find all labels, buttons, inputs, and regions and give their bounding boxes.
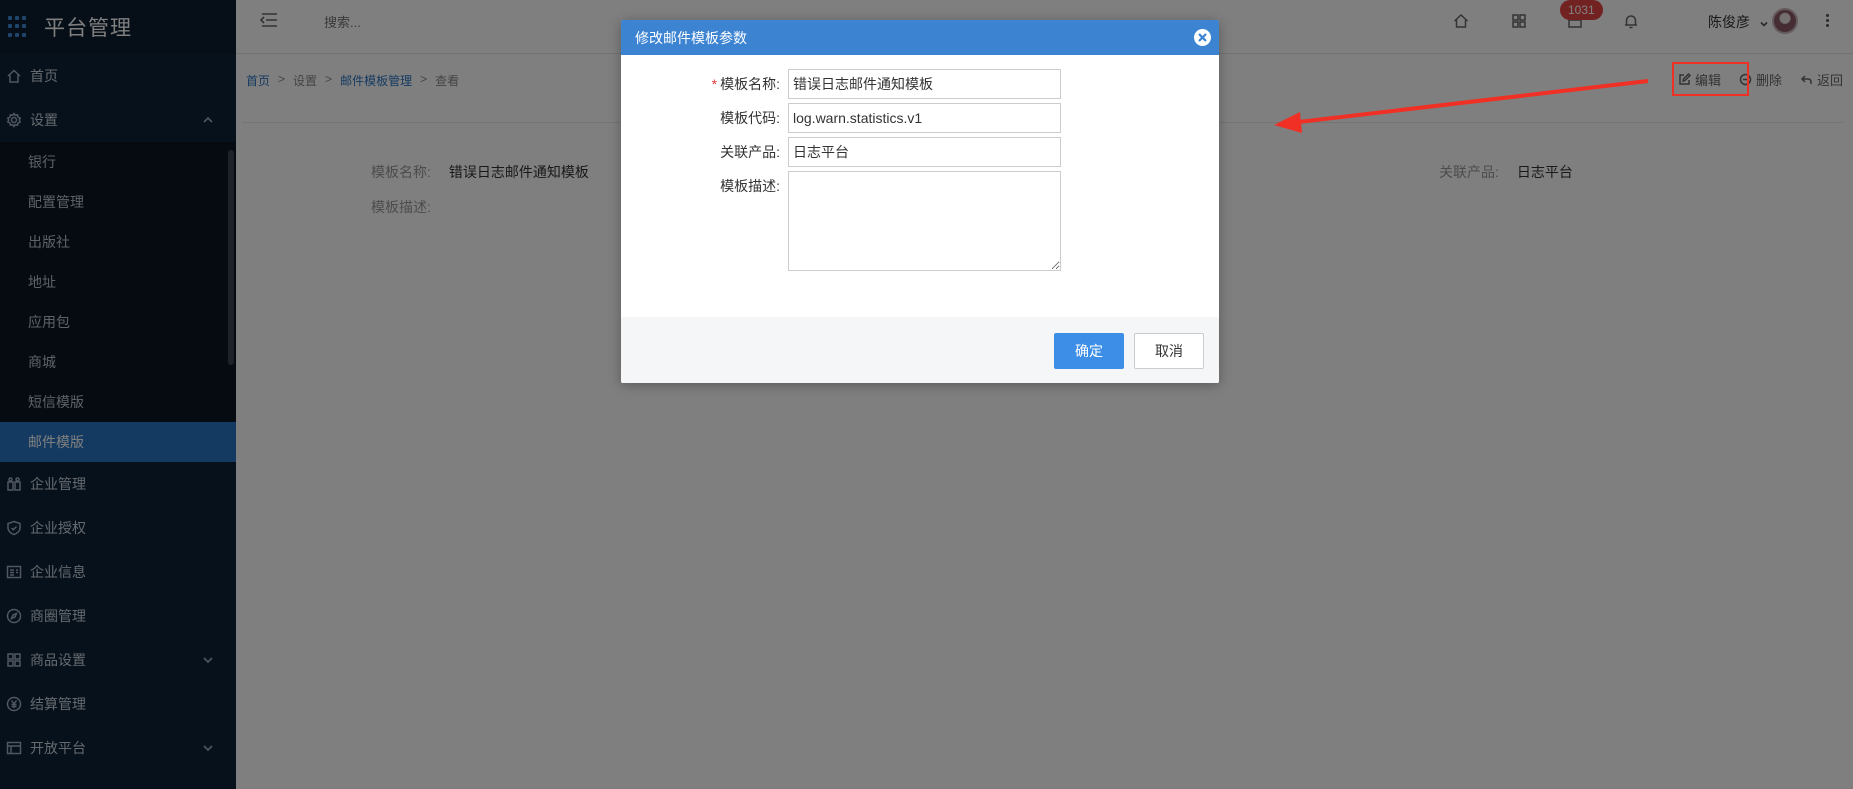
edit-highlight-box [1672,62,1749,96]
template-code-label: 模板代码: [720,110,780,126]
template-desc-label: 模板描述: [720,178,780,194]
related-product-input[interactable] [788,137,1061,167]
dialog-header: 修改邮件模板参数 [621,20,1219,55]
dialog-title: 修改邮件模板参数 [635,29,747,46]
template-form: *模板名称: 模板代码: 关联产品: 模板描述: [621,55,1219,317]
confirm-button[interactable]: 确定 [1054,333,1124,369]
cancel-button[interactable]: 取消 [1134,333,1204,369]
dialog-footer: 确定 取消 [621,317,1219,383]
close-icon[interactable] [1194,29,1211,46]
template-name-input[interactable] [788,69,1061,99]
form-row-product: 关联产品: [621,137,1061,167]
related-product-label: 关联产品: [720,144,780,160]
template-desc-textarea[interactable] [788,171,1061,271]
edit-template-dialog: 修改邮件模板参数 *模板名称: 模板代码: 关联产品: 模板描述: 确定 取消 [621,20,1219,383]
form-row-code: 模板代码: [621,103,1061,133]
template-name-label: * 模板名称: [711,76,780,92]
required-asterisk: * [711,76,718,92]
form-row-desc: 模板描述: [621,171,1061,271]
form-row-name: * 模板名称: [621,69,1061,99]
template-code-input[interactable] [788,103,1061,133]
